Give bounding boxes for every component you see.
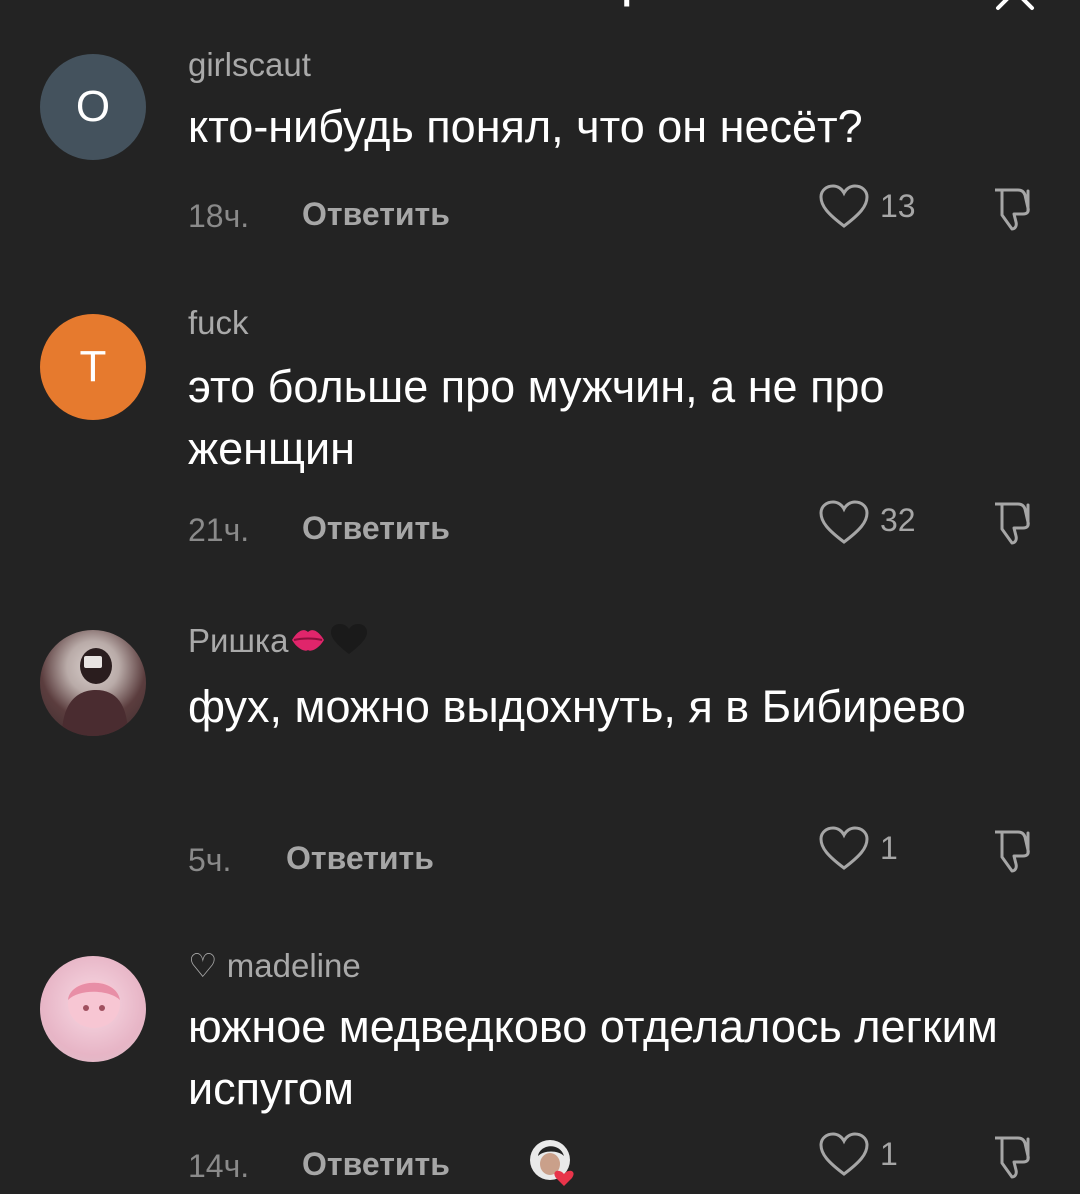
avatar-letter: T [79, 342, 107, 391]
username-text: Ришка [188, 622, 289, 659]
creator-liked-avatar [526, 1138, 582, 1188]
reply-button[interactable]: Ответить [286, 840, 434, 877]
username[interactable]: Ришка [188, 622, 370, 664]
avatar[interactable] [40, 956, 146, 1062]
like-count: 1 [880, 830, 898, 866]
thumbs-down-icon[interactable] [988, 496, 1040, 548]
thumbs-down-icon[interactable] [988, 824, 1040, 876]
like-count: 32 [880, 502, 916, 538]
reply-button[interactable]: Ответить [302, 1146, 450, 1183]
username-text: madeline [226, 947, 361, 984]
thumbs-down-icon[interactable] [988, 1130, 1040, 1182]
heart-icon[interactable] [818, 500, 870, 546]
heart-icon[interactable] [818, 184, 870, 230]
avatar-letter: O [75, 82, 111, 131]
like-count: 13 [880, 188, 916, 224]
username[interactable]: fuck [188, 304, 249, 342]
comment-time: 21ч. [188, 512, 250, 548]
reply-button[interactable]: Ответить [302, 196, 450, 233]
reply-button[interactable]: Ответить [302, 510, 450, 547]
black-heart-icon [328, 622, 370, 664]
heart-icon[interactable] [818, 1132, 870, 1178]
thumbs-down-icon[interactable] [988, 182, 1040, 234]
kiss-lips-icon [288, 622, 328, 664]
heart-icon[interactable] [818, 826, 870, 872]
username[interactable]: girlscaut [188, 46, 311, 84]
comment-text: фух, можно выдохнуть, я в Бибирево [188, 681, 966, 732]
comments-screen: 186 комментариев 文A O girlscaut кто-нибу… [0, 0, 1080, 1194]
comment-text: южное медведково отделалось легким испуг… [188, 1001, 998, 1114]
translate-icon[interactable]: 文A [848, 0, 908, 14]
svg-text:文A: 文A [855, 0, 902, 2]
comment-time: 18ч. [188, 198, 250, 234]
heart-outline-prefix: ♡ [188, 947, 218, 984]
comments-count-title: 186 комментариев [0, 0, 1080, 8]
comment-text: это больше про мужчин, а не про женщин [188, 361, 885, 474]
comment-time: 14ч. [188, 1148, 250, 1184]
comment-text: кто-нибудь понял, что он несёт? [188, 101, 863, 152]
avatar[interactable]: T [40, 314, 146, 420]
avatar[interactable] [40, 630, 146, 736]
close-icon[interactable] [990, 0, 1040, 18]
username[interactable]: ♡ madeline [188, 946, 361, 985]
comment-time: 5ч. [188, 842, 232, 878]
avatar[interactable]: O [40, 54, 146, 160]
like-count: 1 [880, 1136, 898, 1172]
